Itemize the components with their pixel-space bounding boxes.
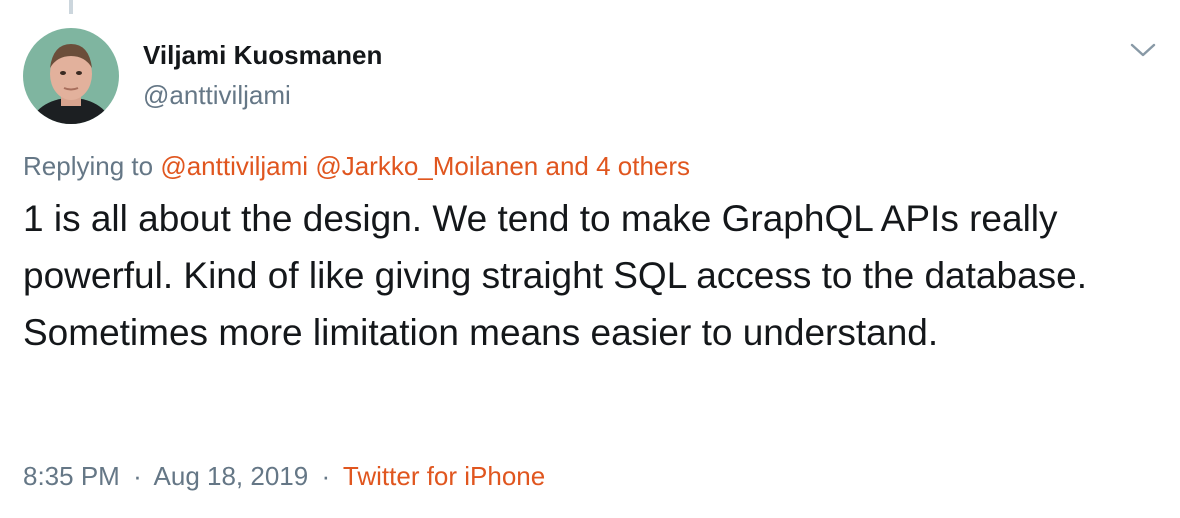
- tweet-date[interactable]: Aug 18, 2019: [154, 461, 309, 491]
- meta-separator: ·: [133, 461, 142, 491]
- avatar-image: [23, 28, 119, 124]
- user-handle[interactable]: @anttiviljami: [143, 80, 382, 110]
- tweet-meta: 8:35 PM · Aug 18, 2019 · Twitter for iPh…: [23, 460, 545, 492]
- meta-separator: ·: [321, 461, 331, 491]
- thread-connector-line: [69, 0, 73, 14]
- tweet-text: 1 is all about the design. We tend to ma…: [23, 198, 1088, 353]
- tweet-time[interactable]: 8:35 PM: [23, 461, 120, 491]
- replying-to-label: Replying to: [23, 151, 154, 181]
- avatar[interactable]: [23, 28, 119, 124]
- user-info: Viljami Kuosmanen @anttiviljami: [143, 40, 382, 110]
- chevron-down-icon[interactable]: [1128, 38, 1158, 62]
- mention-link[interactable]: @anttiviljami: [160, 151, 308, 181]
- replying-to-line: Replying to @anttiviljami @Jarkko_Moilan…: [23, 150, 690, 182]
- tweet-source-link[interactable]: Twitter for iPhone: [343, 461, 545, 491]
- mention-link[interactable]: @Jarkko_Moilanen: [315, 151, 538, 181]
- display-name[interactable]: Viljami Kuosmanen: [143, 40, 382, 70]
- others-link[interactable]: and 4 others: [546, 151, 691, 181]
